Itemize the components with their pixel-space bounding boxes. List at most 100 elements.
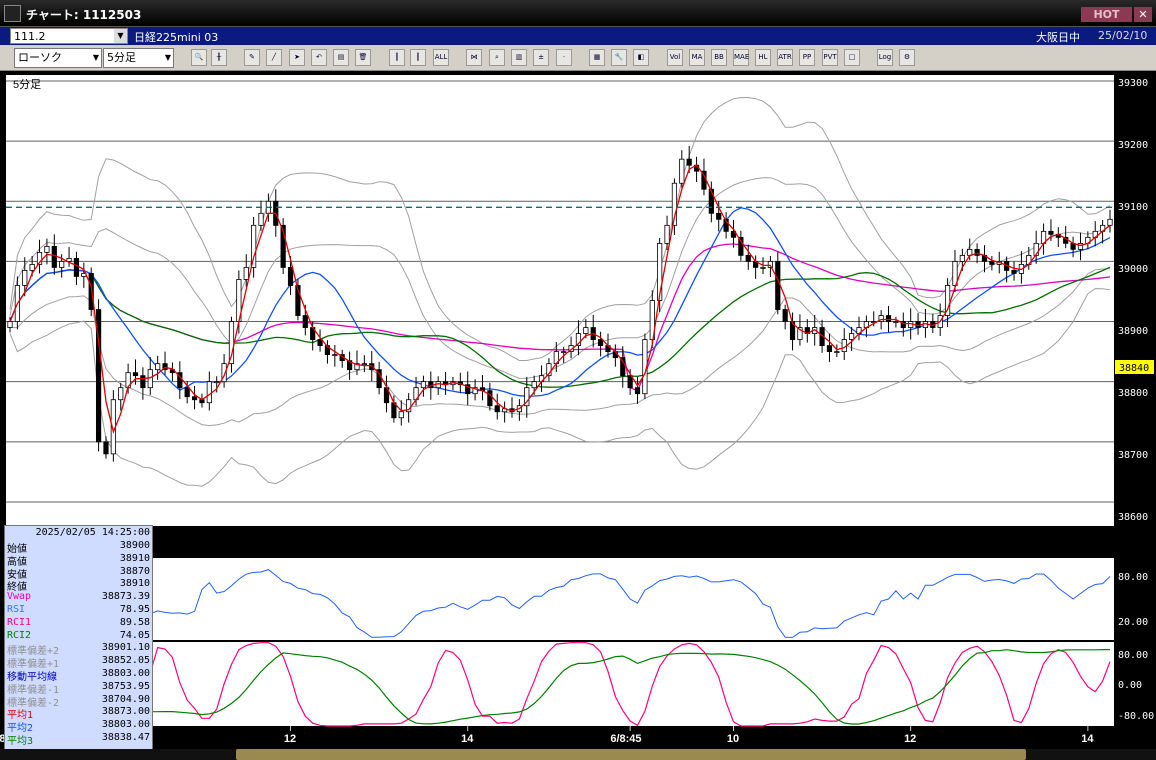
y-tick-label: 38600 [1118, 512, 1148, 523]
candle-body [258, 212, 264, 226]
x-tick-label: 6/8:45 [610, 733, 641, 745]
candle-body [893, 321, 899, 323]
data-value: 74.05 [119, 629, 150, 641]
candle-select-icon[interactable]: ┃ [410, 49, 426, 66]
candle-body [959, 254, 965, 262]
pp-icon[interactable]: PP [799, 49, 815, 66]
candle-body [849, 333, 855, 340]
data-label: RCI1 [7, 616, 32, 628]
compare-icon[interactable]: ⋈ [466, 49, 482, 66]
candle-body [206, 381, 212, 404]
candle-body [885, 315, 892, 322]
notes-icon[interactable]: ▤ [333, 49, 349, 66]
interval-select[interactable]: 5分足 ▼ [103, 48, 174, 68]
candle-body [51, 245, 57, 268]
ma-icon[interactable]: MA [689, 49, 705, 66]
candle-body [88, 273, 94, 310]
current-price-label: 38840 [1119, 363, 1149, 374]
candle-body [1107, 218, 1113, 226]
candle-body [760, 267, 766, 269]
zoom-icon[interactable]: 🔍 [191, 49, 207, 66]
candle-icon[interactable]: ┃ [389, 49, 405, 66]
title-bar: チャート: 1112503 HOT ✕ [0, 0, 1156, 27]
candle-body [583, 327, 589, 334]
chevron-down-icon: ▼ [164, 53, 171, 62]
data-value: 38838.47 [101, 732, 150, 743]
candle-body [634, 387, 641, 395]
search-chart-icon[interactable]: ⌕ [489, 49, 505, 66]
y-tick-label: 38900 [1118, 326, 1148, 337]
undo-icon[interactable]: ↶ [311, 49, 327, 66]
box-icon[interactable]: □ [844, 49, 860, 66]
candle-body [826, 345, 833, 353]
candle-body [332, 354, 338, 357]
candle-body [147, 369, 153, 389]
candle-body [1011, 270, 1017, 274]
candle-body [775, 261, 781, 310]
candle-body [679, 158, 685, 184]
plus-minus-icon[interactable]: ± [533, 49, 549, 66]
rci-tick-label: 80.00 [1118, 650, 1148, 661]
instrument-name: 日経225mini 03 [134, 31, 219, 44]
all-icon[interactable]: ALL [433, 49, 449, 66]
candle-body [140, 375, 146, 389]
blank-icon[interactable]: · [556, 49, 572, 66]
x-axis-band [0, 727, 1156, 749]
candle-body [531, 381, 537, 389]
data-row: 平均3 38838.47 [7, 732, 152, 747]
candle-body [103, 441, 109, 455]
data-row: 平均1 38873.00 [7, 706, 152, 721]
volume-icon[interactable]: Vol [667, 49, 683, 66]
candle-body [989, 261, 995, 265]
chart-area[interactable]: 5分足 39300 39200 39100 39000 38900 38800 … [0, 71, 1156, 749]
market-session: 大阪日中 [1036, 31, 1080, 44]
x-tick-label: 14 [461, 733, 474, 745]
cursor-icon[interactable]: ➤ [289, 49, 305, 66]
candle-body [22, 270, 28, 286]
atr-icon[interactable]: ATR [777, 49, 793, 66]
symbol-input[interactable]: 111.2 ▼ [10, 28, 128, 44]
settings-icon[interactable]: ⚙ [899, 49, 915, 66]
x-tick-label: 10 [727, 733, 739, 745]
line-tool-icon[interactable]: ╱ [266, 49, 282, 66]
log-icon[interactable]: Log [877, 49, 893, 66]
info-bar: 111.2 ▼ 日経225mini 03 大阪日中 25/02/10 [0, 27, 1156, 45]
data-value: 38704.90 [101, 693, 150, 705]
grid-icon[interactable]: ▦ [589, 49, 605, 66]
bb-icon[interactable]: BB [711, 49, 727, 66]
candle-body [243, 267, 249, 280]
candle-body [716, 212, 722, 220]
color-icon[interactable]: ◧ [633, 49, 649, 66]
candle-body [155, 363, 161, 371]
chart-type-select[interactable]: ローソク ▼ [14, 48, 102, 68]
crosshair-icon[interactable]: ╂ [211, 49, 227, 66]
bar-chart-icon[interactable]: ▥ [511, 49, 527, 66]
wrench-icon[interactable]: 🔧 [611, 49, 627, 66]
candle-body [44, 245, 50, 253]
mae-icon[interactable]: MAE [733, 49, 749, 66]
rsi-panel [6, 558, 1114, 640]
pencil-icon[interactable]: ✎ [244, 49, 260, 66]
interval-value: 5分足 [107, 51, 136, 64]
data-row: 標準偏差+1 38852.05 [7, 655, 152, 670]
x-tick-label: 12 [904, 733, 916, 745]
pvt-icon[interactable]: PVT [822, 49, 838, 66]
candle-body [494, 405, 500, 413]
trash-icon[interactable]: 🗑 [355, 49, 371, 66]
symbol-value: 111.2 [14, 30, 46, 43]
chart-type-value: ローソク [18, 51, 62, 64]
data-label: 平均3 [7, 736, 34, 747]
close-icon[interactable]: ✕ [1134, 7, 1152, 22]
info-date: 25/02/10 [1098, 29, 1148, 42]
y-tick-label: 39300 [1118, 78, 1148, 89]
candle-body [132, 372, 139, 377]
y-axis-panel [1114, 75, 1156, 726]
chevron-down-icon[interactable]: ▼ [114, 29, 127, 43]
hot-button[interactable]: HOT [1081, 7, 1132, 22]
data-value: 38910 [119, 578, 150, 590]
y-tick-label: 39100 [1118, 202, 1148, 213]
scrollbar-thumb[interactable] [236, 749, 1026, 760]
data-row: 標準偏差-1 38753.95 [7, 681, 152, 696]
hl-icon[interactable]: HL [755, 49, 771, 66]
data-value: 38873.39 [101, 591, 150, 603]
